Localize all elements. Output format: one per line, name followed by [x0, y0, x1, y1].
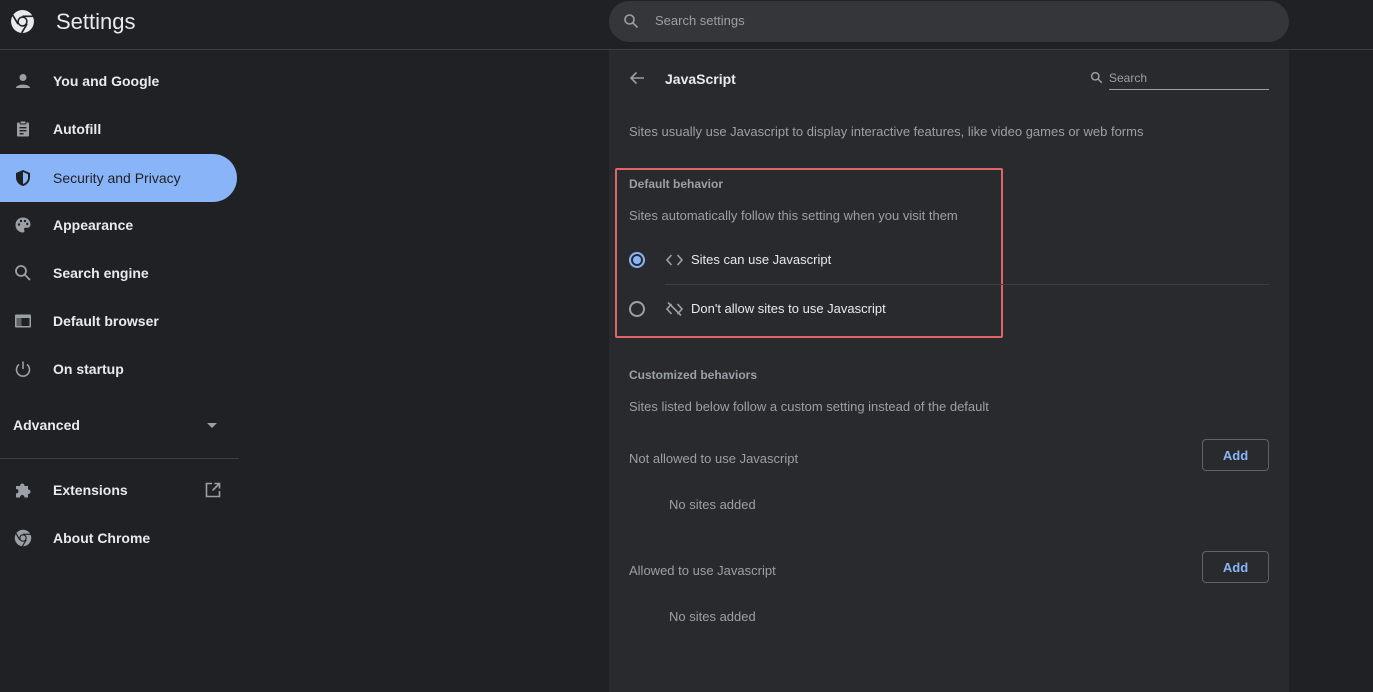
- option-label[interactable]: Sites can use Javascript: [691, 252, 831, 267]
- sidebar-item-autofill[interactable]: Autofill: [0, 105, 237, 153]
- search-icon: [624, 14, 639, 29]
- allowed-empty-message: No sites added: [669, 609, 756, 624]
- person-icon: [16, 74, 30, 88]
- back-arrow-icon[interactable]: [629, 70, 645, 86]
- caret-down-icon[interactable]: [207, 423, 217, 429]
- sidebar-item-search-engine[interactable]: Search engine: [0, 249, 237, 297]
- code-brackets-icon: [666, 254, 683, 266]
- page-title: JavaScript: [665, 71, 736, 87]
- page-search-input[interactable]: Search: [1109, 70, 1269, 90]
- clipboard-icon: [17, 120, 29, 137]
- search-placeholder: Search settings: [655, 13, 745, 28]
- browser-window-icon: [15, 314, 31, 328]
- add-not-allowed-button[interactable]: Add: [1202, 439, 1269, 471]
- sidebar-divider: [0, 458, 239, 459]
- sidebar-item-label: On startup: [53, 361, 124, 377]
- add-allowed-button[interactable]: Add: [1202, 551, 1269, 583]
- sidebar-item-appearance[interactable]: Appearance: [0, 201, 237, 249]
- sidebar: You and Google Autofill Security and Pri…: [0, 50, 240, 692]
- app-title: Settings: [56, 9, 136, 34]
- customized-behaviors-heading: Customized behaviors: [629, 368, 758, 382]
- sidebar-item-label: Extensions: [53, 482, 128, 498]
- code-off-icon: [666, 302, 683, 316]
- sidebar-item-label: You and Google: [53, 73, 160, 89]
- sidebar-advanced-toggle[interactable]: Advanced: [13, 417, 80, 433]
- search-settings-input[interactable]: Search settings: [609, 1, 1289, 42]
- sidebar-item-extensions[interactable]: Extensions: [0, 466, 237, 514]
- default-behavior-subtitle: Sites automatically follow this setting …: [629, 208, 958, 223]
- sidebar-item-label: About Chrome: [53, 530, 151, 546]
- sidebar-item-label: Security and Privacy: [53, 170, 181, 186]
- sidebar-item-label: Appearance: [53, 217, 134, 233]
- sidebar-item-on-startup[interactable]: On startup: [0, 345, 237, 393]
- chrome-logo-icon: [14, 529, 32, 547]
- customized-behaviors-subtitle: Sites listed below follow a custom setti…: [629, 399, 989, 414]
- search-icon: [1090, 71, 1103, 84]
- puzzle-piece-icon: [16, 483, 31, 498]
- javascript-settings-card: JavaScript Search Sites usually use Java…: [609, 50, 1289, 692]
- sidebar-item-you-and-google[interactable]: You and Google: [0, 57, 237, 105]
- page-description: Sites usually use Javascript to display …: [629, 124, 1144, 139]
- power-icon: [15, 361, 31, 377]
- open-in-new-icon: [205, 482, 221, 498]
- sidebar-item-default-browser[interactable]: Default browser: [0, 297, 237, 345]
- search-icon: [15, 265, 31, 281]
- sidebar-item-label: Search engine: [53, 265, 149, 281]
- option-divider: [665, 284, 1269, 285]
- option-label[interactable]: Don't allow sites to use Javascript: [691, 301, 886, 316]
- sidebar-item-about-chrome[interactable]: About Chrome: [0, 514, 237, 562]
- sidebar-item-label: Autofill: [53, 121, 102, 137]
- sidebar-item-security-and-privacy[interactable]: Security and Privacy: [0, 154, 237, 202]
- default-behavior-heading: Default behavior: [629, 177, 724, 191]
- shield-icon: [16, 170, 30, 186]
- chrome-logo-icon: [11, 10, 34, 34]
- not-allowed-list-label: Not allowed to use Javascript: [629, 451, 799, 466]
- allowed-list-label: Allowed to use Javascript: [629, 563, 776, 578]
- top-bar: Settings Search settings: [0, 0, 1373, 50]
- palette-icon: [15, 217, 31, 233]
- not-allowed-empty-message: No sites added: [669, 497, 756, 512]
- radio-allow-javascript[interactable]: [629, 252, 645, 268]
- sidebar-item-label: Default browser: [53, 313, 159, 329]
- radio-block-javascript[interactable]: [629, 301, 645, 317]
